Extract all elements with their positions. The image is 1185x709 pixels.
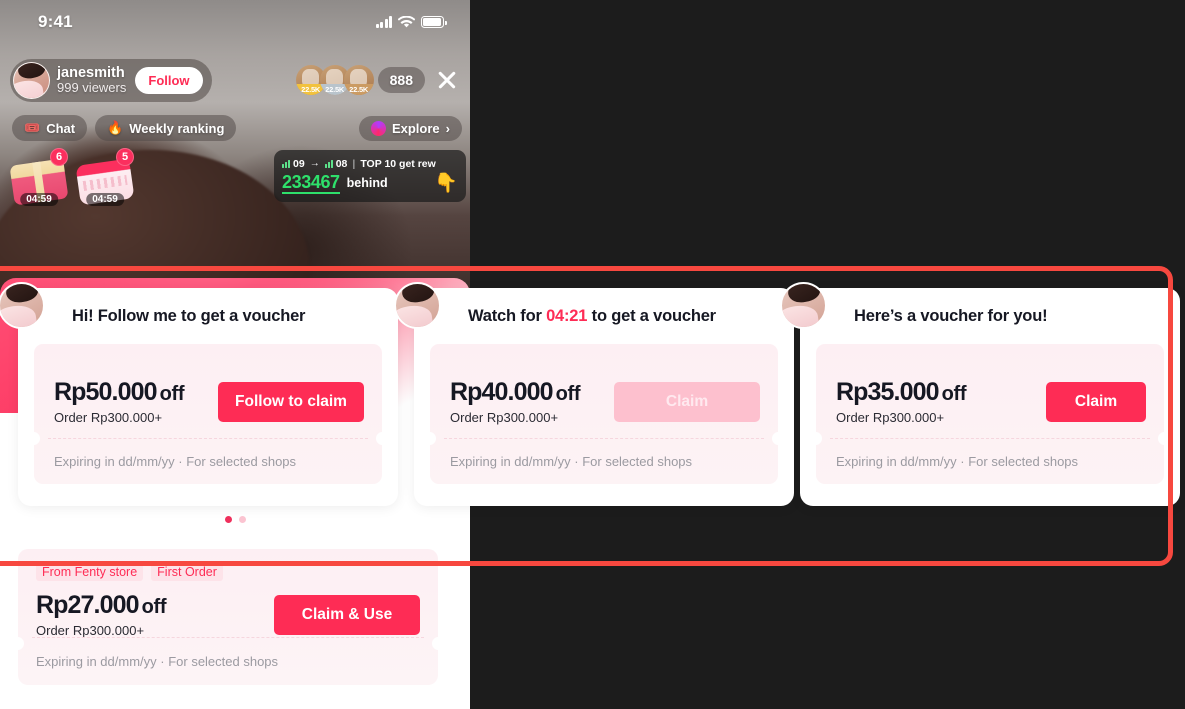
chat-emoji-icon: 🎟️: [24, 120, 41, 135]
viewer-count-label: 999 viewers: [57, 79, 127, 95]
voucher-card-title-2: Watch for 04:21 to get a voucher: [468, 306, 716, 325]
explore-label: Explore: [391, 120, 440, 136]
close-icon[interactable]: [434, 67, 460, 93]
chat-chip[interactable]: 🎟️ Chat: [12, 115, 88, 141]
voucher-tag-store: From Fenty store: [36, 563, 144, 581]
explore-chip[interactable]: Explore ›: [358, 115, 462, 141]
top-viewer-score-3: 22.5K: [343, 84, 374, 95]
voucher-amount-1: Rp50.000 off: [54, 378, 185, 407]
voucher-expiry-3: Expiring in dd/mm/yy · For selected shop…: [836, 454, 1079, 469]
carousel-pagination[interactable]: [0, 516, 470, 523]
chips-row: 🎟️ Chat 🔥 Weekly ranking Explore ›: [12, 114, 462, 142]
chat-chip-label: Chat: [46, 120, 76, 136]
bottom-voucher-main: Rp27.000 off Order Rp300.000+ Claim & Use: [18, 581, 438, 643]
claim-button-disabled: Claim: [614, 382, 760, 422]
fire-emoji-icon: 🔥: [107, 120, 124, 135]
voucher-card-1: Hi! Follow me to get a voucher Rp50.000 o…: [0, 282, 398, 506]
bottom-voucher-amount: Rp27.000 off: [36, 591, 167, 620]
claim-button[interactable]: Claim: [1046, 382, 1146, 422]
bottom-voucher-card: From Fenty store First Order Rp27.000 off…: [18, 549, 438, 685]
gift-badge: 5: [116, 148, 134, 166]
bottom-voucher-amount-block: Rp27.000 off Order Rp300.000+: [36, 591, 167, 638]
voucher-amount-3: Rp35.000 off: [836, 378, 967, 407]
rank-behind-label: behind: [346, 176, 388, 191]
voucher-ticket-1: Rp50.000 off Order Rp300.000+ Follow to c…: [34, 344, 382, 484]
voucher-ticket-3: Rp35.000 off Order Rp300.000+ Claim Expir…: [816, 344, 1164, 484]
avatar: [394, 282, 441, 329]
voucher-expiry-1: Expiring in dd/mm/yy · For selected shop…: [54, 454, 297, 469]
gift-timer: 04:59: [20, 193, 58, 206]
pagination-dot-active[interactable]: [224, 516, 232, 523]
voucher-amount-2: Rp40.000 off: [450, 378, 581, 407]
voucher-min-order-1: Order Rp300.000+: [54, 409, 163, 425]
voucher-card-title-3: Here’s a voucher for you!: [854, 306, 1048, 325]
top-viewers-group: 22.5K 22.5K 22.5K 888: [295, 65, 460, 95]
creator-name: janesmith: [57, 64, 125, 81]
current-rank: 09: [293, 157, 305, 170]
voucher-min-order-3: Order Rp300.000+: [836, 409, 945, 425]
voucher-amount-block-1: Rp50.000 off Order Rp300.000+: [54, 378, 185, 425]
avatar[interactable]: [13, 61, 50, 99]
gift-item[interactable]: 5 04:59: [74, 148, 136, 206]
voucher-card-2: Watch for 04:21 to get a voucher Rp40.00…: [394, 282, 794, 506]
claim-and-use-button[interactable]: Claim & Use: [274, 595, 420, 635]
pagination-dot[interactable]: [238, 516, 246, 523]
status-bar: 9:41: [0, 0, 470, 44]
bottom-voucher-expiry: Expiring in dd/mm/yy · For selected shop…: [36, 654, 279, 669]
voucher-card-header-1: Hi! Follow me to get a voucher: [18, 288, 398, 344]
avatar: [780, 282, 827, 329]
bottom-voucher-min-order: Order Rp300.000+: [36, 622, 145, 638]
rank-bars-icon: [324, 159, 333, 168]
watch-timer: 04:21: [546, 306, 588, 325]
live-viewer-count[interactable]: 888: [377, 67, 425, 93]
rank-separator: |: [352, 157, 356, 170]
voucher-ticket-top-1: Rp50.000 off Order Rp300.000+ Follow to c…: [34, 344, 382, 438]
top-viewer-avatars[interactable]: 22.5K 22.5K 22.5K: [295, 65, 374, 95]
voucher-card-header-3: Here’s a voucher for you!: [800, 288, 1180, 344]
creator-meta: janesmith 999 viewers: [57, 65, 126, 96]
rank-score: 233467: [282, 172, 340, 195]
voucher-ticket-top-3: Rp35.000 off Order Rp300.000+ Claim: [816, 344, 1164, 438]
status-time: 9:41: [38, 12, 73, 31]
voucher-tags: From Fenty store First Order: [18, 549, 438, 581]
rank-widget-top-row: 09 → 08 | TOP 10 get rew: [282, 158, 458, 170]
voucher-card-title-1: Hi! Follow me to get a voucher: [72, 306, 306, 325]
voucher-carousel: Hi! Follow me to get a voucher Rp50.000 o…: [0, 282, 1185, 516]
weekly-ranking-label: Weekly ranking: [129, 120, 225, 136]
top-viewer-avatar-3[interactable]: 22.5K: [343, 65, 374, 95]
gift-badge: 6: [50, 148, 68, 166]
status-icons: [375, 15, 447, 29]
rank-reward-note: TOP 10 get rew: [360, 157, 436, 170]
pointing-hand-icon: 👇: [434, 172, 458, 194]
voucher-card-3: Here’s a voucher for you! Rp35.000 off Or…: [780, 282, 1180, 506]
arrow-right-icon: →: [309, 158, 320, 170]
battery-icon: [421, 16, 447, 28]
voucher-expiry-2: Expiring in dd/mm/yy · For selected shop…: [450, 454, 693, 469]
voucher-card-header-2: Watch for 04:21 to get a voucher: [414, 288, 794, 344]
screenshot-canvas: 9:41 janesmith 999 viewers Follow 22.5K …: [0, 0, 1185, 709]
avatar: [0, 282, 45, 329]
voucher-tag-first-order: First Order: [151, 563, 223, 581]
voucher-ticket-top-2: Rp40.000 off Order Rp300.000+ Claim: [430, 344, 778, 438]
explore-orb-icon: [369, 118, 388, 138]
gift-tray: 6 04:59 5 04:59: [8, 148, 136, 206]
weekly-ranking-chip[interactable]: 🔥 Weekly ranking: [95, 115, 237, 141]
follow-button[interactable]: Follow: [135, 66, 203, 94]
rank-progress-widget[interactable]: 09 → 08 | TOP 10 get rew 233467 behind 👇: [274, 150, 466, 202]
signal-bars-icon: [375, 16, 392, 28]
voucher-amount-block-2: Rp40.000 off Order Rp300.000+: [450, 378, 581, 425]
wifi-icon: [398, 15, 415, 27]
voucher-min-order-2: Order Rp300.000+: [450, 409, 559, 425]
follow-to-claim-button[interactable]: Follow to claim: [218, 382, 364, 422]
chevron-right-icon: ›: [445, 120, 450, 136]
creator-pill[interactable]: janesmith 999 viewers Follow: [10, 58, 212, 102]
rank-bars-icon: [282, 159, 290, 168]
live-header: janesmith 999 viewers Follow 22.5K 22.5K: [10, 58, 460, 102]
gift-timer: 04:59: [86, 193, 124, 206]
gift-item[interactable]: 6 04:59: [8, 148, 70, 206]
target-rank: 08: [335, 157, 348, 170]
voucher-ticket-2: Rp40.000 off Order Rp300.000+ Claim Expir…: [430, 344, 778, 484]
rank-widget-bottom-row: 233467 behind 👇: [282, 172, 458, 195]
voucher-amount-block-3: Rp35.000 off Order Rp300.000+: [836, 378, 967, 425]
